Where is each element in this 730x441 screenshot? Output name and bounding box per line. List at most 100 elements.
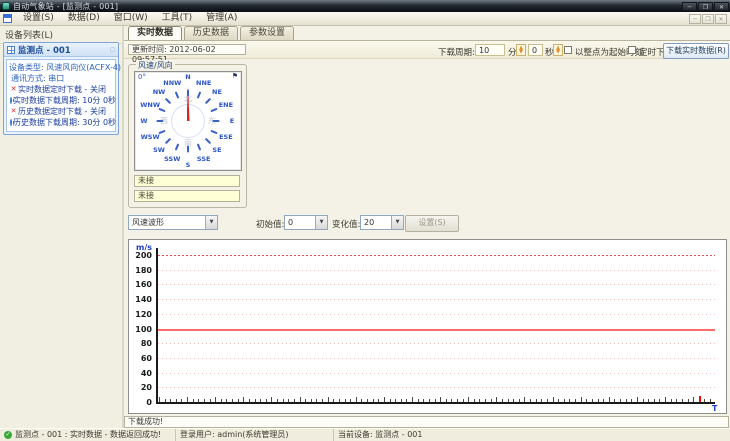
compass-spoke	[204, 98, 211, 105]
x-ruler-tick	[187, 397, 189, 402]
seconds-stepper[interactable]: ▲ ▼	[553, 44, 563, 56]
clock-icon	[10, 119, 14, 126]
compass-direction-label: NNW	[163, 79, 182, 88]
x-ruler-tick	[485, 399, 487, 402]
minutes-stepper[interactable]: ▲ ▼	[516, 44, 526, 56]
mdi-window-icon[interactable]	[3, 14, 12, 23]
y-tick-label: 40	[140, 368, 152, 378]
initial-value-select[interactable]: 0 ▼	[284, 215, 328, 230]
x-ruler-tick	[569, 399, 571, 402]
mdi-minimize-button[interactable]: ─	[689, 13, 701, 24]
x-ruler-tick	[648, 399, 650, 402]
compass-direction-label: NW	[152, 88, 166, 96]
x-ruler-tick	[434, 399, 436, 402]
mdi-window-controls: ─ ❐ ✕	[688, 13, 727, 24]
x-ruler-tick	[496, 397, 498, 402]
x-ruler-tick	[468, 397, 470, 402]
success-check-icon: ✓	[4, 431, 12, 439]
x-ruler-tick	[412, 397, 413, 402]
tab-history-data[interactable]: 历史数据	[184, 26, 239, 40]
main-panel: 实时数据 历史数据 参数设置 更新时间: 2012-06-02 09:57:51…	[124, 26, 730, 428]
gridline	[158, 299, 715, 301]
menu-admin[interactable]: 管理(A)	[199, 12, 244, 25]
x-ruler-tick	[518, 399, 520, 402]
maximize-button[interactable]: ❐	[698, 1, 713, 11]
menu-data[interactable]: 数据(D)	[61, 12, 107, 25]
compass-direction-label: S	[185, 161, 191, 169]
change-value-select[interactable]: 20 ▼	[360, 215, 404, 230]
device-card-body: 设备类型: 风速风向仪(ACFX-4) 通讯方式: 串口 ✕ 实时数据定时下载 …	[6, 59, 121, 132]
x-ruler-tick	[170, 399, 172, 402]
compass-spoke	[158, 108, 166, 113]
compass-spoke	[204, 137, 211, 144]
mdi-close-button[interactable]: ✕	[715, 13, 727, 24]
x-ruler-tick	[597, 399, 599, 402]
x-ruler-tick	[456, 399, 458, 402]
menu-tools[interactable]: 工具(T)	[155, 12, 200, 25]
disabled-x-icon: ✕	[10, 85, 17, 93]
compass-direction-label: NE	[212, 88, 222, 96]
align-to-hour-checkbox[interactable]	[564, 46, 572, 54]
app-window: 自动气象站 - [监测点 - 001] ─ ❐ ✕ 设置(S) 数据(D) 窗口…	[0, 0, 730, 441]
x-ruler-tick	[428, 399, 430, 402]
device-card-header[interactable]: 监测点 - 001 ◻	[4, 43, 118, 57]
x-ruler-tick	[440, 397, 442, 402]
mdi-restore-button[interactable]: ❐	[702, 13, 714, 24]
menu-window[interactable]: 窗口(W)	[107, 12, 155, 25]
wind-speed-readout: 未接	[134, 175, 240, 187]
device-icon	[7, 45, 15, 54]
card-corner-icon[interactable]: ◻	[110, 46, 115, 53]
y-tick-label: 80	[140, 339, 152, 349]
realtime-period-row: 实时数据下载周期: 10分 0秒	[9, 95, 116, 106]
x-ruler-tick	[254, 399, 256, 402]
y-tick-label: 160	[135, 280, 152, 290]
x-ruler-tick	[316, 399, 318, 402]
statusbar: ✓ 监测点 - 001 : 实时数据 - 数据返回成功! 登录用户: admin…	[0, 428, 730, 441]
wind-group-title: 风速/风向	[136, 60, 175, 71]
x-ruler-tick	[327, 397, 329, 402]
x-axis	[156, 402, 715, 404]
compass-direction-label: SW	[153, 145, 165, 154]
compass-spoke	[212, 120, 220, 122]
status-device-segment: 当前设备: 监测点 - 001	[334, 429, 730, 441]
x-ruler-tick	[608, 397, 610, 402]
x-ruler-tick	[277, 399, 279, 402]
y-tick-label: 0	[146, 398, 152, 407]
close-button[interactable]: ✕	[714, 1, 729, 11]
x-ruler-tick	[305, 399, 307, 402]
minimize-button[interactable]: ─	[682, 1, 697, 11]
seconds-input[interactable]: 0	[528, 44, 543, 56]
x-ruler-tick	[232, 399, 234, 402]
download-status-bar: 下载成功!	[124, 416, 729, 428]
gridline	[158, 357, 715, 359]
settings-button[interactable]: 设置(S)	[405, 215, 459, 232]
chart-canvas: m/s T 0 20 40 60 80 100 120 140 160 180 200	[130, 241, 725, 413]
x-ruler-tick	[226, 399, 228, 402]
minutes-input[interactable]: 10	[475, 44, 505, 56]
reference-line	[158, 328, 715, 331]
current-position-marker	[698, 396, 701, 402]
compass-rose: 0° ⚑ 北 南 东 西 NNNENEENEEESESESSESSSWSWWSW…	[134, 71, 242, 171]
x-ruler-tick	[338, 399, 340, 402]
compass-direction-label: SSW	[164, 154, 181, 163]
compass-direction-label: E	[229, 117, 235, 125]
chevron-down-icon: ▼	[205, 216, 217, 229]
current-device: 当前设备: 监测点 - 001	[338, 430, 423, 439]
compass-spoke	[165, 137, 172, 144]
tab-parameter-settings[interactable]: 参数设置	[240, 26, 295, 40]
compass-direction-label: SE	[212, 145, 222, 154]
x-ruler-tick	[535, 399, 537, 402]
x-ruler-tick	[333, 399, 335, 402]
waveform-select[interactable]: 风速波形 ▼	[128, 215, 218, 230]
device-card[interactable]: 监测点 - 001 ◻ 设备类型: 风速风向仪(ACFX-4) 通讯方式: 串口…	[3, 42, 121, 135]
tab-realtime-data[interactable]: 实时数据	[128, 26, 183, 40]
compass-corner-flag-icon: ⚑	[231, 72, 238, 80]
download-realtime-button[interactable]: 下载实时数据(R)	[663, 43, 729, 59]
timed-download-checkbox[interactable]	[628, 46, 636, 54]
menu-settings[interactable]: 设置(S)	[16, 12, 61, 25]
compass-direction-label: W	[140, 117, 148, 125]
x-ruler-tick	[248, 399, 250, 402]
x-ruler-tick	[350, 399, 352, 402]
x-ruler-tick	[524, 397, 526, 402]
tab-strip: 实时数据 历史数据 参数设置	[128, 26, 296, 40]
